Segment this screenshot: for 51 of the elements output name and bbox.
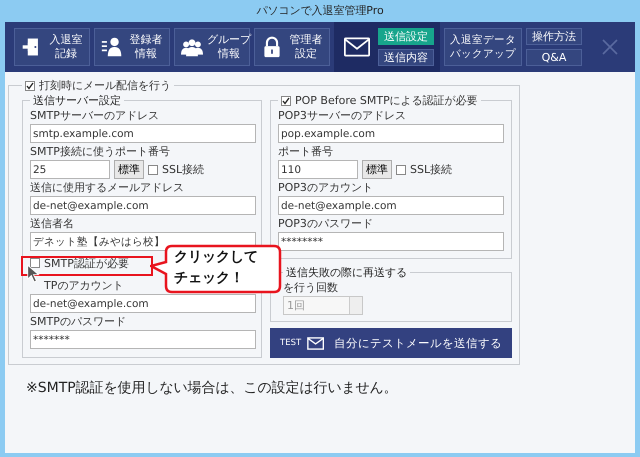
field-label: POP3のアカウント <box>278 181 373 194</box>
default-button[interactable]: 標準 <box>114 160 144 179</box>
input-field[interactable]: pop.example.com <box>278 124 504 143</box>
input-field[interactable]: de-net@example.com <box>30 196 256 215</box>
toolbar-button[interactable]: 登録者 情報 <box>94 28 170 66</box>
field-label: SMTPサーバーのアドレス <box>30 109 159 122</box>
mail-icon <box>344 36 370 58</box>
test-mail-button[interactable]: TEST 自分にテストメールを送信する <box>270 328 512 358</box>
close-icon[interactable] <box>600 37 620 57</box>
field-label: POP3のパスワード <box>278 217 373 230</box>
checkbox-label: SSL接続 <box>410 162 452 177</box>
input-field[interactable]: ******* <box>30 330 256 349</box>
checkbox-label: SSL接続 <box>162 162 204 177</box>
field-label: SMTPのパスワード <box>30 315 126 328</box>
checkbox[interactable] <box>25 80 35 90</box>
checkbox[interactable] <box>148 164 158 174</box>
toolbar-button[interactable]: グループ 情報 <box>174 28 250 66</box>
input-field[interactable]: de-net@example.com <box>30 294 256 313</box>
toolbar-button[interactable]: 入退室 記録 <box>14 28 90 66</box>
checkbox[interactable] <box>281 96 291 106</box>
port-field[interactable]: 25 <box>30 160 110 179</box>
checkbox-label: 打刻時にメール配信を行う <box>39 78 171 93</box>
field-label: ポート番号 <box>278 145 333 158</box>
input-field[interactable]: de-net@example.com <box>278 196 504 215</box>
envelope-icon <box>307 336 324 350</box>
callout-text: クリックして チェック！ <box>174 248 258 288</box>
group-title: 送信サーバー設定 <box>33 93 121 108</box>
checkbox[interactable] <box>396 164 406 174</box>
cursor-icon <box>27 264 40 284</box>
field-label: 送信に使用するメールアドレス <box>30 181 184 194</box>
backup-button[interactable]: 入退室データ バックアップ <box>444 28 522 66</box>
checkbox-label: SMTP認証が必要 <box>44 256 129 270</box>
note-text: ※SMTP認証を使用しない場合は、この設定は行いません。 <box>26 379 399 397</box>
input-field[interactable]: smtp.example.com <box>30 124 256 143</box>
person-list-icon <box>101 36 123 58</box>
port-field[interactable]: 110 <box>278 160 358 179</box>
field-label: SMTP接続に使うポート番号 <box>30 145 170 158</box>
checkbox[interactable] <box>30 258 40 268</box>
field-label: 送信者名 <box>30 217 74 230</box>
mail-tab[interactable]: 送信内容 <box>378 49 434 66</box>
toolbar-button[interactable]: 管理者 設定 <box>254 28 330 66</box>
default-button[interactable]: 標準 <box>362 160 392 179</box>
field-label: TPのアカウント <box>44 279 124 292</box>
checkbox-label: POP Before SMTPによる認証が必要 <box>295 93 478 108</box>
input-field[interactable]: ******** <box>278 232 504 251</box>
window-title: パソコンで入退室管理Pro <box>256 3 384 19</box>
help-button[interactable]: 操作方法 <box>526 28 582 45</box>
help-button[interactable]: Q&A <box>526 49 582 66</box>
field-label: を行う回数 <box>283 280 339 296</box>
group-title: 送信失敗の際に再送する <box>286 265 407 280</box>
field-label: POP3サーバーのアドレス <box>278 109 406 122</box>
